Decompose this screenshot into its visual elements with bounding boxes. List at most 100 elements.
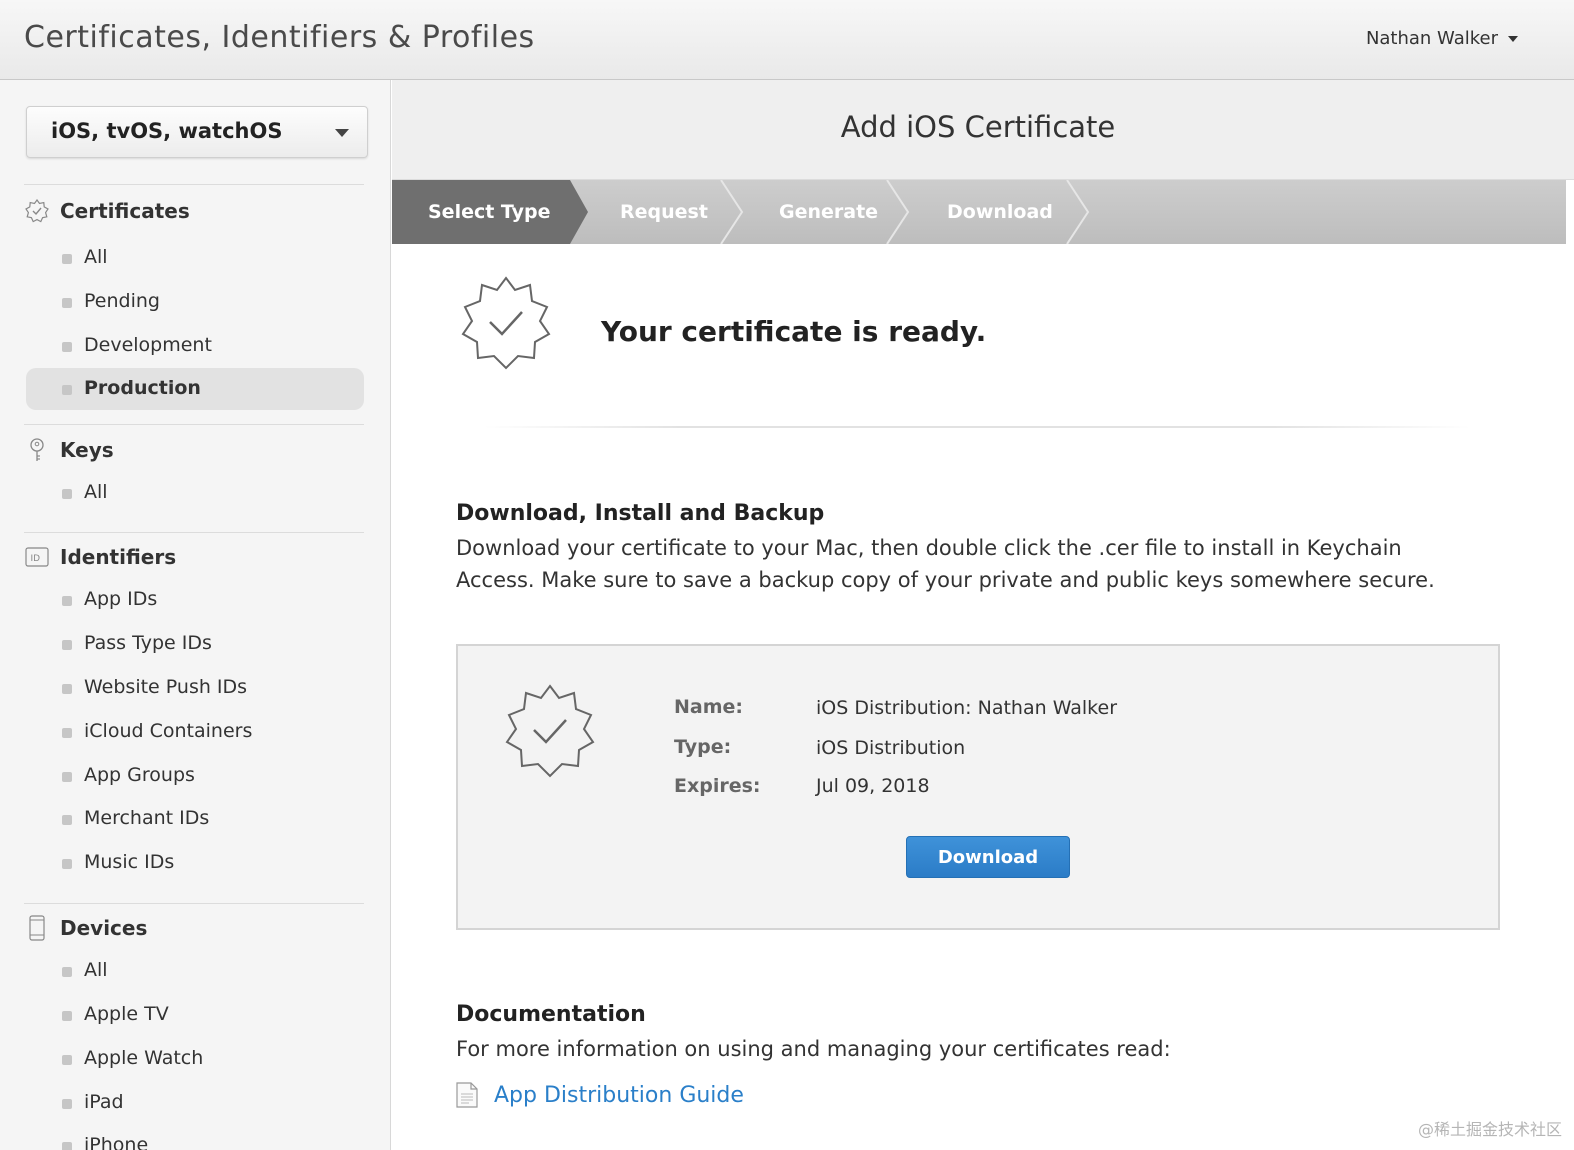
install-heading: Download, Install and Backup [456, 501, 825, 526]
cert-expires-value: Jul 09, 2018 [816, 775, 930, 797]
certificate-badge-icon [500, 682, 600, 786]
sidebar-item-development[interactable]: Development [26, 325, 364, 367]
sidebar-item-apple-watch[interactable]: Apple Watch [26, 1038, 364, 1080]
sidebar-item-ipad[interactable]: iPad [26, 1082, 364, 1124]
bullet [62, 1142, 72, 1150]
sidebar-item-apple-tv[interactable]: Apple TV [26, 994, 364, 1036]
sidebar-item-keys-all[interactable]: All [26, 472, 364, 514]
section-title: Keys [60, 438, 114, 462]
chevron-down-icon [335, 129, 349, 137]
main-content: Add iOS Certificate Select Type Request … [392, 80, 1574, 1150]
step-label: Generate [779, 201, 879, 223]
cert-expires-label: Expires: [674, 775, 761, 797]
sidebar-item-label: Music IDs [84, 851, 175, 873]
bullet [62, 815, 72, 825]
app-distribution-guide-link[interactable]: App Distribution Guide [456, 1082, 744, 1108]
sidebar-item-production[interactable]: Production [26, 368, 364, 410]
sidebar-item-label: iPad [84, 1091, 124, 1113]
sidebar-item-pass-type-ids[interactable]: Pass Type IDs [26, 623, 364, 665]
user-menu[interactable]: Nathan Walker [1366, 28, 1518, 49]
sidebar-item-certificates-all[interactable]: All [26, 237, 364, 279]
section-header: Devices [24, 913, 147, 943]
app-title: Certificates, Identifiers & Profiles [24, 20, 535, 55]
step-request: Request [620, 180, 708, 244]
install-text-line-2: Access. Make sure to save a backup copy … [456, 568, 1435, 592]
documentation-text: For more information on using and managi… [456, 1037, 1171, 1061]
sidebar-item-music-ids[interactable]: Music IDs [26, 842, 364, 884]
sidebar-item-label: Apple Watch [84, 1047, 204, 1069]
bullet [62, 298, 72, 308]
step-label: Request [620, 201, 708, 223]
bullet [62, 967, 72, 977]
bullet [62, 254, 72, 264]
sidebar-item-app-ids[interactable]: App IDs [26, 579, 364, 621]
cert-type-value: iOS Distribution [816, 737, 966, 759]
sidebar-item-pending[interactable]: Pending [26, 281, 364, 323]
step-generate: Generate [779, 180, 878, 244]
sidebar-item-label: Website Push IDs [84, 676, 248, 698]
page-header: Add iOS Certificate [392, 80, 1574, 180]
section-title: Devices [60, 916, 148, 940]
divider [24, 532, 364, 533]
link-text: App Distribution Guide [494, 1082, 744, 1108]
key-icon [24, 437, 50, 463]
chevron-down-icon [1508, 36, 1518, 42]
bullet [62, 385, 72, 395]
sidebar-item-label: Development [84, 334, 212, 356]
sidebar-item-label: App Groups [84, 764, 195, 786]
sidebar-item-label: App IDs [84, 588, 158, 610]
sidebar-item-label: All [84, 246, 108, 268]
svg-text:ID: ID [31, 554, 41, 564]
divider [24, 903, 364, 904]
sidebar-item-merchant-ids[interactable]: Merchant IDs [26, 798, 364, 840]
sidebar-item-label: Pass Type IDs [84, 632, 212, 654]
divider [24, 184, 364, 185]
sidebar-item-app-groups[interactable]: App Groups [26, 755, 364, 797]
id-card-icon: ID [24, 544, 50, 570]
sidebar-item-iphone[interactable]: iPhone [26, 1125, 364, 1150]
bullet [62, 728, 72, 738]
divider [484, 426, 1470, 428]
sidebar-item-label: iPhone [84, 1134, 149, 1150]
sidebar-item-label: All [84, 481, 108, 503]
watermark: @稀土掘金技术社区 [1417, 1120, 1562, 1139]
sidebar-item-label: Apple TV [84, 1003, 169, 1025]
sidebar-item-devices-all[interactable]: All [26, 950, 364, 992]
top-bar: Certificates, Identifiers & Profiles Nat… [0, 0, 1574, 80]
cert-name-label: Name: [674, 696, 744, 718]
bullet [62, 1099, 72, 1109]
platform-dropdown[interactable]: iOS, tvOS, watchOS [26, 106, 368, 158]
certificate-ready-icon [456, 274, 556, 378]
ready-message: Your certificate is ready. [601, 315, 987, 348]
cert-name-value: iOS Distribution: Nathan Walker [816, 697, 1118, 719]
bullet [62, 1055, 72, 1065]
section-title: Certificates [60, 199, 190, 223]
bullet [62, 859, 72, 869]
cert-type-label: Type: [674, 736, 732, 758]
sidebar-item-label: Production [84, 377, 201, 399]
sidebar-item-icloud-containers[interactable]: iCloud Containers [26, 711, 364, 753]
step-progress-bar: Select Type Request Generate Download [392, 180, 1566, 244]
sidebar-item-label: Merchant IDs [84, 807, 210, 829]
documentation-heading: Documentation [456, 1002, 646, 1027]
bullet [62, 596, 72, 606]
bullet [62, 772, 72, 782]
bullet [62, 684, 72, 694]
sidebar-item-website-push-ids[interactable]: Website Push IDs [26, 667, 364, 709]
sidebar-item-label: iCloud Containers [84, 720, 253, 742]
phone-device-icon [24, 915, 50, 941]
download-button[interactable]: Download [906, 836, 1070, 878]
platform-dropdown-value: iOS, tvOS, watchOS [51, 119, 283, 143]
sidebar-item-label: Pending [84, 290, 160, 312]
install-text-line-1: Download your certificate to your Mac, t… [456, 536, 1402, 560]
divider [24, 424, 364, 425]
section-header: Keys [24, 435, 114, 465]
bullet [62, 640, 72, 650]
section-header: ID Identifiers [24, 542, 176, 572]
document-icon [456, 1082, 478, 1108]
section-title: Identifiers [60, 545, 177, 569]
sidebar: iOS, tvOS, watchOS Certificates All Pend… [0, 80, 391, 1150]
certificate-details-box: Name: iOS Distribution: Nathan Walker Ty… [456, 644, 1500, 930]
step-label: Download [947, 201, 1053, 223]
user-name: Nathan Walker [1365, 28, 1498, 49]
